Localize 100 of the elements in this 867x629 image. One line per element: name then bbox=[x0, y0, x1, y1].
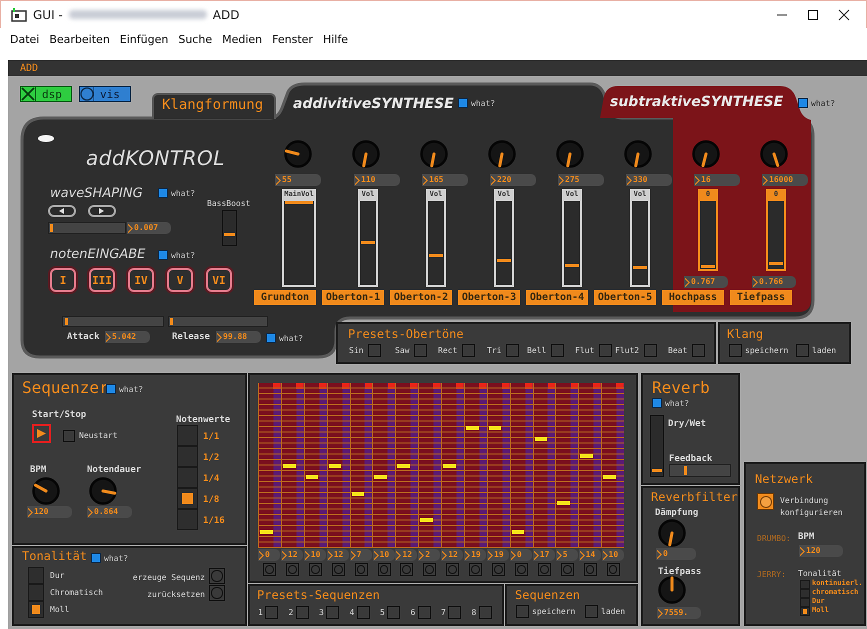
number-box[interactable]: 7559. bbox=[657, 607, 701, 619]
knob[interactable] bbox=[658, 576, 686, 604]
number-box[interactable]: 275 bbox=[558, 174, 604, 186]
toggle[interactable] bbox=[516, 605, 529, 618]
horizontal-slider[interactable] bbox=[669, 464, 731, 477]
number-box[interactable]: 120 bbox=[27, 506, 72, 518]
connect-button[interactable] bbox=[757, 493, 774, 510]
note-button[interactable]: VI bbox=[206, 268, 232, 292]
radio-option[interactable] bbox=[177, 467, 198, 488]
previous-button[interactable] bbox=[48, 205, 76, 217]
help-toggle[interactable] bbox=[106, 384, 116, 394]
toggle[interactable] bbox=[692, 344, 705, 357]
toggle[interactable] bbox=[418, 606, 430, 619]
toggle[interactable] bbox=[796, 344, 809, 357]
radio-option[interactable] bbox=[28, 584, 44, 601]
toggle[interactable] bbox=[414, 344, 427, 357]
toggle[interactable] bbox=[462, 344, 475, 357]
patch-tab[interactable]: ADD bbox=[20, 62, 38, 74]
horizontal-slider[interactable] bbox=[62, 316, 164, 327]
toggle[interactable] bbox=[387, 606, 400, 619]
number-box[interactable]: 10 bbox=[602, 549, 624, 561]
dsp-toggle[interactable]: dsp bbox=[20, 86, 72, 102]
slider-thumb[interactable] bbox=[684, 466, 686, 475]
note-marker[interactable] bbox=[557, 501, 570, 506]
knob[interactable] bbox=[284, 140, 312, 168]
note-button[interactable]: V bbox=[167, 268, 193, 292]
note-button[interactable]: III bbox=[89, 268, 115, 292]
toggle[interactable] bbox=[63, 430, 75, 442]
slider-thumb[interactable] bbox=[361, 240, 375, 244]
slider-thumb[interactable] bbox=[429, 254, 443, 258]
note-marker[interactable] bbox=[420, 518, 433, 522]
slider-thumb[interactable] bbox=[565, 264, 579, 267]
radio-option[interactable] bbox=[28, 567, 44, 584]
number-box[interactable]: 19 bbox=[487, 549, 509, 561]
number-box[interactable]: 0.767 bbox=[684, 276, 728, 288]
note-marker[interactable] bbox=[603, 475, 616, 480]
note-marker[interactable] bbox=[374, 475, 388, 480]
note-button[interactable]: I bbox=[50, 268, 76, 292]
note-marker[interactable] bbox=[306, 475, 318, 480]
number-box[interactable]: 7 bbox=[350, 549, 372, 561]
number-box[interactable]: 0 bbox=[258, 549, 280, 561]
toggle[interactable] bbox=[644, 344, 657, 357]
note-marker[interactable] bbox=[466, 426, 479, 430]
toggle[interactable] bbox=[326, 606, 339, 619]
help-toggle[interactable] bbox=[798, 98, 808, 108]
number-box[interactable]: 14 bbox=[578, 549, 601, 561]
toggle[interactable] bbox=[478, 606, 492, 619]
slider-thumb[interactable] bbox=[652, 468, 662, 472]
radio-option[interactable] bbox=[800, 580, 810, 589]
number-box[interactable]: 0.864 bbox=[87, 506, 132, 518]
number-box[interactable]: 12 bbox=[441, 549, 464, 561]
radio-option[interactable] bbox=[177, 488, 198, 509]
radio-option[interactable] bbox=[800, 607, 810, 616]
number-box[interactable]: 120 bbox=[799, 545, 843, 557]
note-marker[interactable] bbox=[534, 437, 548, 442]
number-box[interactable]: 10 bbox=[372, 549, 394, 561]
knob[interactable] bbox=[760, 140, 788, 168]
note-button[interactable]: IV bbox=[128, 268, 154, 292]
vertical-slider[interactable] bbox=[650, 415, 664, 477]
slider-thumb[interactable] bbox=[701, 265, 715, 268]
help-toggle[interactable] bbox=[652, 398, 662, 408]
toggle[interactable] bbox=[599, 344, 612, 357]
knob[interactable] bbox=[352, 140, 380, 168]
slider-thumb[interactable] bbox=[769, 262, 783, 265]
note-marker[interactable] bbox=[580, 454, 593, 458]
horizontal-slider[interactable] bbox=[168, 316, 268, 327]
toggle[interactable] bbox=[448, 606, 461, 619]
menu-item[interactable]: Einfügen bbox=[120, 32, 168, 46]
help-toggle[interactable] bbox=[158, 250, 168, 260]
number-box[interactable]: 0.007 bbox=[127, 222, 171, 234]
number-box[interactable]: 5 bbox=[556, 549, 578, 561]
menu-item[interactable]: Hilfe bbox=[322, 32, 348, 46]
vertical-slider[interactable] bbox=[698, 199, 718, 271]
radio-option[interactable] bbox=[177, 509, 198, 530]
number-box[interactable]: 5.042 bbox=[105, 331, 150, 343]
slider-thumb[interactable] bbox=[50, 224, 53, 232]
number-box[interactable]: 55 bbox=[275, 174, 321, 186]
number-box[interactable]: 10 bbox=[304, 549, 326, 561]
slider-thumb[interactable] bbox=[285, 200, 313, 204]
knob[interactable] bbox=[692, 140, 720, 168]
number-box[interactable]: 220 bbox=[490, 174, 536, 186]
number-box[interactable]: 16 bbox=[694, 174, 740, 186]
number-box[interactable]: 17 bbox=[532, 549, 555, 561]
number-box[interactable]: 110 bbox=[354, 174, 400, 186]
radio-option[interactable] bbox=[177, 446, 198, 467]
note-marker[interactable] bbox=[352, 492, 364, 496]
number-box[interactable]: 0.766 bbox=[752, 276, 796, 288]
number-box[interactable]: 0 bbox=[656, 548, 696, 560]
toggle[interactable] bbox=[585, 605, 598, 618]
menu-item[interactable]: Suche bbox=[178, 32, 212, 46]
toggle[interactable] bbox=[506, 344, 519, 357]
horizontal-slider[interactable] bbox=[48, 222, 126, 234]
note-marker[interactable] bbox=[397, 464, 410, 468]
vertical-slider[interactable] bbox=[222, 210, 237, 246]
note-marker[interactable] bbox=[512, 530, 524, 534]
toggle[interactable] bbox=[551, 344, 564, 357]
radio-option[interactable] bbox=[28, 601, 44, 618]
toggle[interactable] bbox=[368, 344, 381, 357]
knob[interactable] bbox=[89, 477, 117, 505]
toggle[interactable] bbox=[296, 606, 308, 619]
